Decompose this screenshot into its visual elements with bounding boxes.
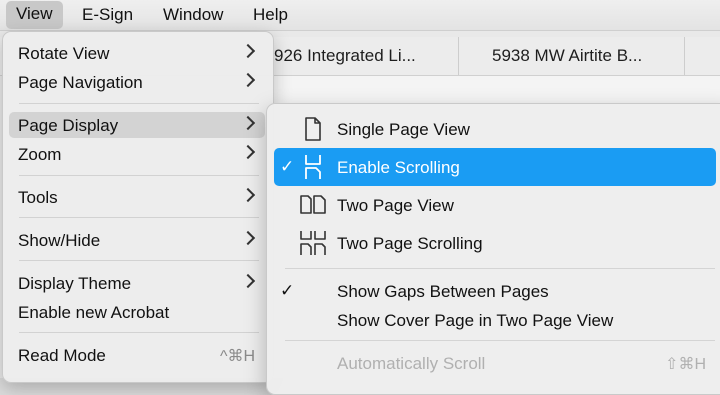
menu-view[interactable]: View	[6, 1, 63, 29]
submenu-item-label: Two Page View	[337, 196, 454, 215]
shortcut-label: ⇧⌘H	[665, 356, 706, 373]
chevron-right-icon	[240, 230, 256, 246]
submenu-item-two-page-scrolling[interactable]: Two Page Scrolling	[274, 224, 716, 262]
submenu-item-enable-scrolling[interactable]: ✓ Enable Scrolling	[274, 148, 716, 186]
menu-separator	[19, 217, 259, 218]
tab-divider	[458, 37, 459, 75]
menu-item-page-display[interactable]: Page Display	[9, 112, 265, 138]
shortcut-label: ^⌘H	[219, 348, 255, 365]
submenu-item-label: Enable Scrolling	[337, 158, 460, 177]
menu-separator	[19, 175, 259, 176]
menu-item-label: Tools	[18, 188, 58, 207]
submenu-item-single-page-view[interactable]: Single Page View	[274, 110, 716, 148]
menu-item-label: Page Display	[18, 116, 119, 135]
single-page-icon	[298, 115, 328, 143]
submenu-item-label: Show Gaps Between Pages	[337, 282, 549, 301]
checkmark-icon: ✓	[280, 281, 295, 300]
menu-separator	[285, 340, 715, 341]
submenu-item-label: Show Cover Page in Two Page View	[337, 311, 614, 330]
submenu-item-automatically-scroll[interactable]: Automatically Scroll ⇧⌘H	[274, 344, 716, 382]
submenu-item-label: Automatically Scroll	[337, 354, 486, 373]
menu-item-rotate-view[interactable]: Rotate View	[9, 40, 265, 66]
menu-bar: View E-Sign Window Help	[0, 0, 720, 31]
checkmark-icon: ✓	[280, 157, 295, 176]
menu-item-label: Rotate View	[18, 44, 110, 63]
chevron-right-icon	[240, 115, 256, 131]
menu-item-label: Read Mode	[18, 346, 106, 365]
menu-item-read-mode[interactable]: Read Mode ^⌘H	[9, 342, 265, 368]
page-display-submenu: Single Page View ✓ Enable Scrolling Two …	[266, 103, 720, 395]
menu-separator	[19, 332, 259, 333]
submenu-item-two-page-view[interactable]: Two Page View	[274, 186, 716, 224]
chevron-right-icon	[240, 144, 256, 160]
chevron-right-icon	[240, 72, 256, 88]
menu-item-page-navigation[interactable]: Page Navigation	[9, 69, 265, 95]
document-tab-1[interactable]: 926 Integrated Li...	[274, 37, 454, 75]
chevron-right-icon	[240, 43, 256, 59]
menu-item-label: Zoom	[18, 145, 62, 164]
submenu-item-label: Two Page Scrolling	[337, 234, 483, 253]
chevron-right-icon	[240, 273, 256, 289]
menu-separator	[285, 268, 715, 269]
chevron-right-icon	[240, 187, 256, 203]
menu-separator	[19, 260, 259, 261]
two-page-icon	[298, 191, 328, 219]
menu-help[interactable]: Help	[243, 0, 298, 30]
submenu-item-label: Single Page View	[337, 120, 470, 139]
two-page-scrolling-icon	[298, 229, 328, 257]
menu-item-label: Show/Hide	[18, 231, 101, 250]
menu-item-label: Page Navigation	[18, 73, 143, 92]
submenu-item-show-cover-page[interactable]: Show Cover Page in Two Page View	[274, 301, 716, 339]
menu-item-display-theme[interactable]: Display Theme	[9, 270, 265, 296]
menu-item-tools[interactable]: Tools	[9, 184, 265, 210]
scrolling-icon	[298, 153, 328, 181]
menu-item-zoom[interactable]: Zoom	[9, 141, 265, 167]
view-menu: Rotate View Page Navigation Page Display…	[2, 31, 274, 383]
tab-divider	[684, 37, 685, 75]
document-tab-2[interactable]: 5938 MW Airtite B...	[492, 37, 682, 75]
menu-separator	[19, 103, 259, 104]
menu-item-show-hide[interactable]: Show/Hide	[9, 227, 265, 253]
menu-window[interactable]: Window	[153, 0, 233, 30]
menu-e-sign[interactable]: E-Sign	[72, 0, 143, 30]
menu-item-enable-new-acrobat[interactable]: Enable new Acrobat	[9, 299, 265, 325]
menu-item-label: Enable new Acrobat	[18, 303, 170, 322]
menu-item-label: Display Theme	[18, 274, 132, 293]
